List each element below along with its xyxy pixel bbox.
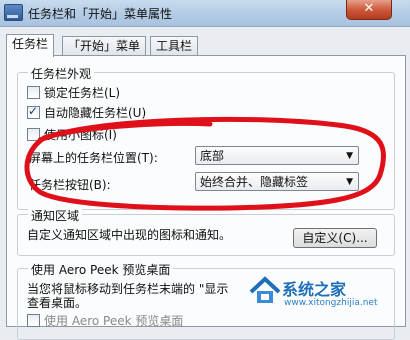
small-icons-option[interactable]: 使用小图标(I) [27, 126, 117, 143]
peek-checkbox-label: 使用 Aero Peek 预览桌面 [44, 314, 184, 328]
lock-taskbar-label: 锁定任务栏(L) [44, 86, 121, 100]
notification-desc: 自定义通知区域中出现的图标和通知。 [27, 228, 232, 242]
buttons-label: 任务栏按钮(B): [29, 178, 111, 192]
appearance-group-label: 任务栏外观 [28, 65, 95, 82]
close-button[interactable]: ✕ [346, 0, 392, 20]
customize-button[interactable]: 自定义(C)... [293, 228, 377, 248]
auto-hide-label: 自动隐藏任务栏(U) [44, 106, 147, 120]
buttons-select[interactable]: 始终合并、隐藏标签 ▼ [195, 172, 359, 191]
window-title: 任务栏和「开始」菜单属性 [28, 7, 173, 21]
chevron-down-icon: ▼ [346, 177, 353, 187]
title-bar: 任务栏和「开始」菜单属性 ✕ [0, 0, 410, 27]
house-logo-icon [249, 276, 281, 303]
small-icons-checkbox[interactable] [27, 128, 40, 141]
lock-taskbar-checkbox[interactable] [27, 86, 40, 99]
buttons-value: 始终合并、隐藏标签 [200, 175, 309, 189]
notification-group-label: 通知区域 [28, 207, 83, 224]
peek-group-label: 使用 Aero Peek 预览桌面 [28, 261, 174, 278]
chevron-down-icon: ▼ [346, 151, 353, 161]
small-icons-label: 使用小图标(I) [44, 128, 117, 142]
tab-start-menu[interactable]: 「开始」菜单 [62, 36, 147, 56]
watermark-text: 系统之家 [282, 280, 347, 299]
location-value: 底部 [200, 149, 225, 163]
location-select[interactable]: 底部 ▼ [195, 146, 359, 165]
taskbar-icon [4, 4, 23, 21]
tab-taskbar[interactable]: 任务栏 [6, 34, 55, 57]
peek-checkbox[interactable] [27, 314, 40, 327]
location-label: 屏幕上的任务栏位置(T): [29, 151, 158, 165]
peek-desc-line2: 查看桌面。 [27, 296, 88, 310]
watermark: 系统之家 www.xitongzhijia.net [248, 268, 408, 320]
peek-option[interactable]: 使用 Aero Peek 预览桌面 [27, 312, 183, 329]
tab-toolbars[interactable]: 工具栏 [150, 36, 199, 56]
watermark-url: www.xitongzhijia.net [284, 298, 378, 308]
lock-taskbar-option[interactable]: 锁定任务栏(L) [27, 84, 120, 101]
auto-hide-checkbox[interactable] [27, 104, 40, 119]
auto-hide-option[interactable]: 自动隐藏任务栏(U) [27, 104, 146, 121]
